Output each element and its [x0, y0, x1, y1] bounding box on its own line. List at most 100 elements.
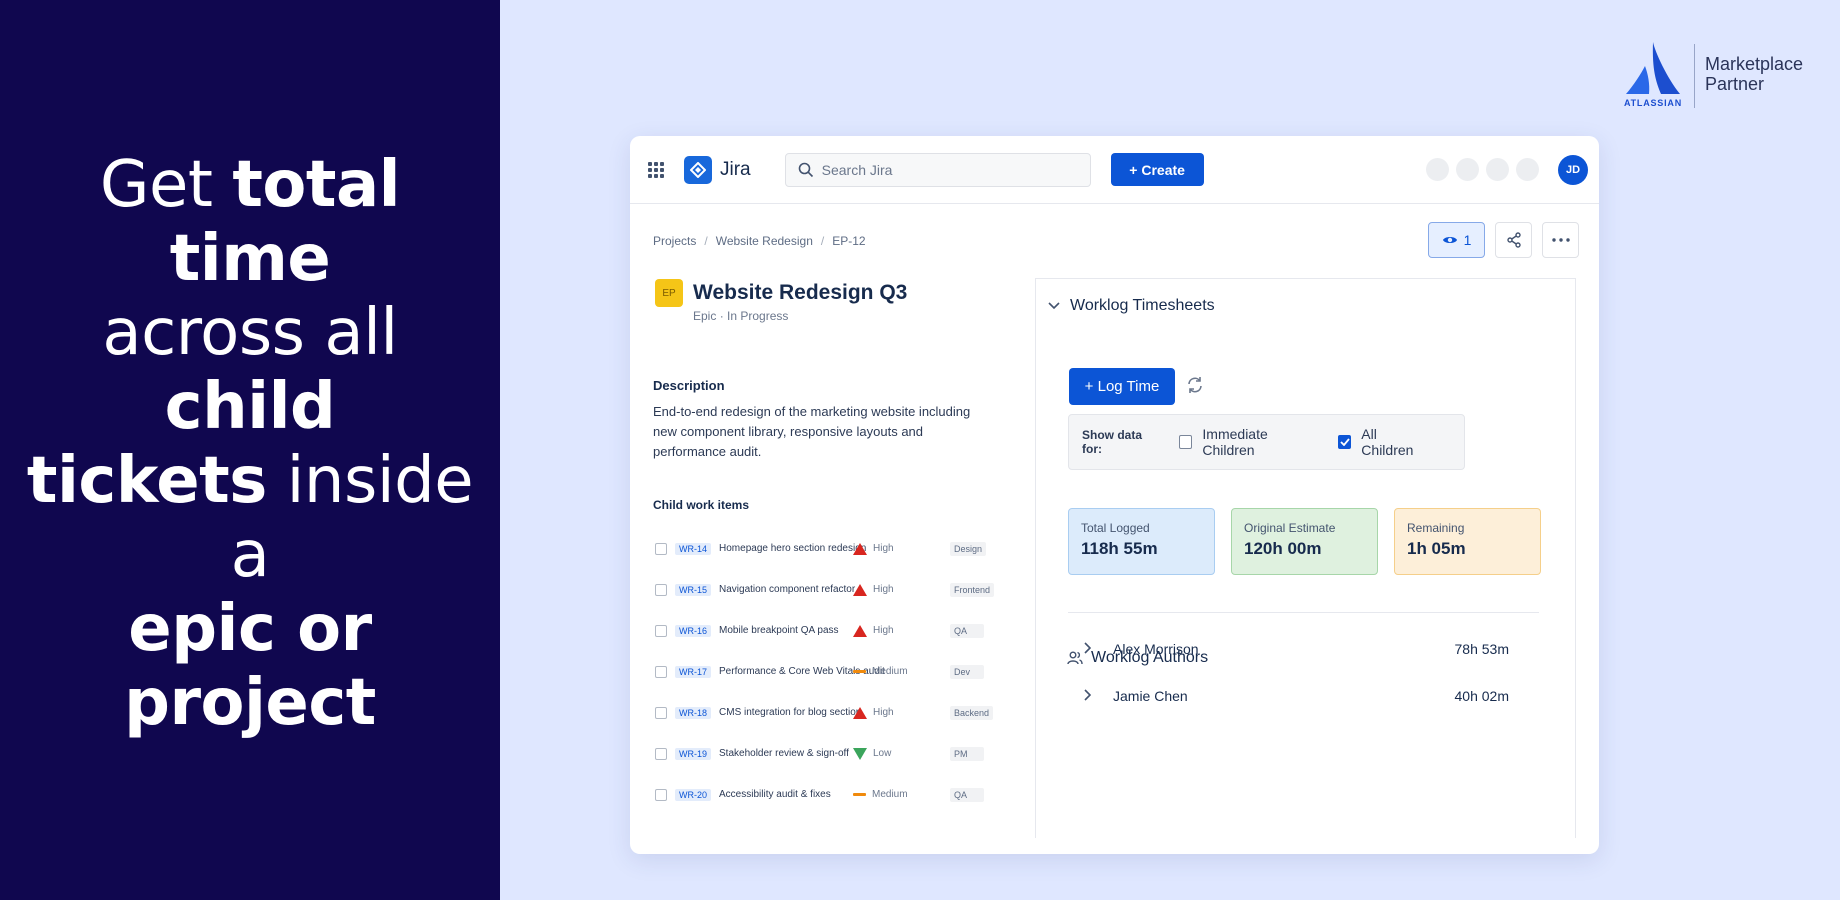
all-children-checkbox[interactable] [1338, 435, 1352, 449]
worklog-title: Worklog Timesheets [1070, 297, 1215, 314]
breadcrumb-project[interactable]: Website Redesign [716, 234, 813, 248]
atlassian-logo: ATLASSIAN [1622, 40, 1684, 108]
eye-icon [1442, 237, 1457, 243]
chevron-right-icon[interactable] [1083, 688, 1113, 704]
users-icon [1067, 651, 1083, 665]
more-actions-button[interactable] [1542, 222, 1579, 258]
help-icon[interactable] [1456, 158, 1479, 181]
all-children-label: All Children [1361, 426, 1414, 458]
scope-filter: Show data for: Immediate Children All Ch… [1068, 414, 1465, 470]
child-item-row[interactable]: WR-14 Homepage hero section redesign High D… [655, 528, 987, 569]
description-text[interactable]: End-to-end redesign of the marketing web… [653, 402, 973, 462]
child-item-key[interactable]: WR-16 [675, 624, 712, 637]
promo-line-4: epic or project [124, 592, 376, 740]
breadcrumb-separator: / [820, 234, 825, 248]
child-item-row[interactable]: WR-19 Stakeholder review & sign-off Low PM [655, 733, 984, 774]
jira-window: Jira Search Jira + Create JD Projects / … [630, 136, 1599, 854]
child-item-priority-label: High [873, 543, 894, 554]
breadcrumb-issue[interactable]: EP-12 [832, 234, 865, 248]
breadcrumb: Projects / Website Redesign / EP-12 [653, 234, 866, 248]
child-item-checkbox[interactable] [655, 583, 667, 596]
child-item-row[interactable]: WR-15 Navigation component refactor High Fr… [655, 569, 995, 610]
priority-medium-icon [853, 670, 866, 673]
child-item-checkbox[interactable] [655, 624, 667, 637]
child-item-key[interactable]: WR-18 [675, 706, 712, 719]
child-item-checkbox[interactable] [655, 788, 667, 801]
search-placeholder: Search Jira [821, 161, 893, 178]
share-button[interactable] [1495, 222, 1532, 258]
child-item-tag: Design [950, 541, 987, 556]
author-row[interactable]: Alex Morrison 78h 53m [1083, 641, 1509, 657]
child-item-checkbox[interactable] [655, 706, 667, 719]
description-heading: Description [653, 378, 725, 393]
child-item-checkbox[interactable] [655, 665, 667, 678]
log-time-button[interactable]: + Log Time [1069, 368, 1175, 405]
child-item-row[interactable]: WR-17 Performance & Core Web Vitals audit… [655, 651, 984, 692]
child-items-heading: Child work items [653, 498, 750, 512]
child-item-key[interactable]: WR-15 [675, 583, 712, 596]
app-name[interactable]: Jira [720, 159, 751, 181]
child-item-row[interactable]: WR-20 Accessibility audit & fixes Medium QA [655, 774, 984, 815]
refresh-icon [1188, 377, 1202, 393]
author-name: Alex Morrison [1113, 641, 1199, 657]
child-item-key[interactable]: WR-14 [675, 542, 712, 555]
more-icon [1551, 238, 1570, 242]
badge-text: Marketplace Partner [1705, 54, 1803, 94]
apps-icon[interactable] [1516, 158, 1539, 181]
issue-meta: Epic · In Progress [693, 309, 788, 323]
promo-line-2b: child [164, 370, 336, 444]
search-icon [798, 162, 813, 177]
refresh-button[interactable] [1186, 376, 1204, 399]
total-logged-card: Total Logged 118h 55m [1068, 508, 1215, 575]
settings-icon[interactable] [1486, 158, 1509, 181]
app-switcher-icon[interactable] [648, 161, 664, 178]
priority-high-icon [853, 624, 867, 637]
author-name: Jamie Chen [1113, 688, 1188, 704]
child-item-priority: Medium [853, 666, 908, 677]
create-button[interactable]: + Create [1110, 153, 1204, 186]
child-item-priority: High [853, 583, 894, 596]
child-item-priority: Low [853, 747, 892, 760]
immediate-children-checkbox[interactable] [1179, 435, 1193, 449]
total-logged-value: 118h 55m [1081, 539, 1158, 558]
share-icon [1506, 232, 1521, 248]
badge-divider [1694, 44, 1695, 108]
child-item-tag: QA [950, 787, 984, 802]
child-item-priority: High [853, 706, 894, 719]
priority-medium-icon [853, 793, 866, 796]
child-item-priority-label: Low [873, 748, 892, 759]
priority-low-icon [853, 747, 867, 760]
child-item-key[interactable]: WR-19 [675, 747, 712, 760]
breadcrumb-projects[interactable]: Projects [653, 234, 696, 248]
search-input[interactable]: Search Jira [784, 152, 1091, 187]
priority-high-icon [853, 583, 867, 596]
child-item-tag: Backend [950, 705, 994, 720]
author-row[interactable]: Jamie Chen 40h 02m [1083, 688, 1509, 704]
notification-icon[interactable] [1426, 158, 1449, 181]
child-item-checkbox[interactable] [655, 542, 667, 555]
child-item-row[interactable]: WR-18 CMS integration for blog section Hig… [655, 692, 994, 733]
author-hours: 78h 53m [1454, 641, 1509, 657]
child-item-key[interactable]: WR-17 [675, 665, 712, 678]
child-item-key[interactable]: WR-20 [675, 788, 712, 801]
promo-panel: Get total time across all child tickets … [0, 0, 500, 900]
issue-status[interactable]: In Progress [727, 309, 788, 323]
top-navigation: Jira Search Jira + Create JD [630, 136, 1599, 204]
child-item-checkbox[interactable] [655, 747, 667, 760]
original-estimate-value: 120h 00m [1244, 539, 1322, 558]
promo-headline: Get total time across all child tickets … [10, 148, 490, 740]
jira-logo-icon[interactable] [684, 155, 712, 184]
atlassian-mark-icon [1626, 42, 1680, 94]
user-avatar[interactable]: JD [1558, 155, 1588, 185]
issue-title[interactable]: Website Redesign Q3 [693, 281, 907, 305]
child-item-priority: High [853, 624, 894, 637]
immediate-children-option[interactable]: Immediate Children [1179, 426, 1314, 458]
nav-icon-placeholders [1426, 158, 1539, 181]
chevron-right-icon[interactable] [1083, 641, 1113, 657]
watch-button[interactable]: 1 [1428, 222, 1485, 258]
all-children-option[interactable]: All Children [1338, 426, 1427, 458]
atlassian-wordmark: ATLASSIAN [1623, 98, 1683, 108]
child-item-row[interactable]: WR-16 Mobile breakpoint QA pass High QA [655, 610, 984, 651]
worklog-header[interactable]: Worklog Timesheets [1048, 297, 1215, 315]
priority-high-icon [853, 706, 867, 719]
